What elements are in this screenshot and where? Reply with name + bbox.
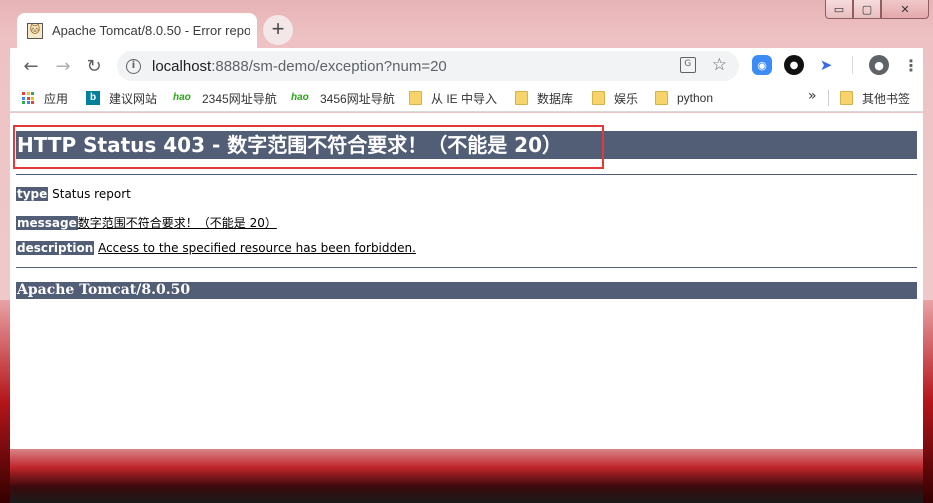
hao-icon: hao bbox=[291, 92, 309, 103]
folder-icon bbox=[592, 91, 605, 105]
window-frame-right bbox=[923, 300, 933, 503]
account-icon[interactable]: ● bbox=[869, 55, 889, 75]
server-footer: Apache Tomcat/8.0.50 bbox=[16, 282, 917, 299]
type-label: type bbox=[16, 187, 49, 201]
reload-icon: ↻ bbox=[86, 55, 102, 77]
bookmark-2345[interactable]: hao 2345网址导航 bbox=[173, 89, 277, 107]
minimize-button[interactable]: ▭ bbox=[825, 0, 853, 19]
new-tab-button[interactable]: + bbox=[263, 15, 293, 45]
url-host: localhost bbox=[152, 57, 212, 75]
page-content: HTTP Status 403 - 数字范围不符合要求！（不能是 20） typ… bbox=[10, 113, 923, 449]
address-bar[interactable]: i localhost:8888/sm-demo/exception?num=2… bbox=[117, 51, 739, 81]
toolbar-separator bbox=[852, 56, 853, 74]
annotation-box bbox=[13, 125, 604, 169]
apps-grid-icon bbox=[22, 92, 34, 104]
message-label: message bbox=[16, 216, 78, 230]
close-icon: ✕ bbox=[900, 2, 910, 16]
forward-button[interactable]: → bbox=[51, 54, 75, 78]
close-window-button[interactable]: ✕ bbox=[881, 0, 929, 19]
description-label: description bbox=[16, 241, 95, 255]
bookmarks-overflow-button[interactable]: » bbox=[808, 88, 817, 104]
bookmark-3456[interactable]: hao 3456网址导航 bbox=[291, 89, 395, 107]
bookmark-label: 应用 bbox=[44, 91, 69, 106]
bookmark-label: 3456网址导航 bbox=[320, 91, 395, 106]
bookmark-label: 数据库 bbox=[537, 91, 574, 106]
type-value: Status report bbox=[52, 187, 131, 201]
window-frame-bottom bbox=[0, 448, 933, 503]
bookmark-suggested-sites[interactable]: b 建议网站 bbox=[86, 89, 157, 107]
folder-icon bbox=[409, 91, 422, 105]
bookmark-apps[interactable]: 应用 bbox=[22, 89, 68, 107]
bookmark-label: 从 IE 中导入 bbox=[431, 91, 498, 106]
bookmarks-bar: 应用 b 建议网站 hao 2345网址导航 hao 3456网址导航 从 IE… bbox=[10, 84, 923, 112]
plus-icon: + bbox=[271, 16, 285, 41]
divider bbox=[16, 174, 917, 175]
bookmark-label: 2345网址导航 bbox=[202, 91, 277, 106]
browser-tab[interactable]: 🐱 Apache Tomcat/8.0.50 - Error report bbox=[17, 13, 257, 48]
bookmark-folder-python[interactable]: python bbox=[655, 89, 713, 107]
bookmark-folder-other[interactable]: 其他书签 bbox=[840, 89, 910, 107]
maximize-button[interactable]: ▢ bbox=[853, 0, 881, 19]
bookmark-star-icon[interactable]: ☆ bbox=[712, 57, 727, 74]
forward-arrow-icon: → bbox=[55, 55, 71, 77]
url-path: :8888/sm-demo/exception?num=20 bbox=[211, 57, 447, 75]
minimize-icon: ▭ bbox=[833, 2, 845, 16]
window-controls: ▭ ▢ ✕ bbox=[825, 0, 929, 20]
window-frame-left bbox=[0, 300, 10, 503]
bookmark-folder-ie-import[interactable]: 从 IE 中导入 bbox=[409, 89, 497, 107]
translate-icon[interactable]: G bbox=[679, 57, 696, 73]
avatar-extension-icon[interactable]: ● bbox=[784, 55, 804, 75]
message-value: 数字范围不符合要求！（不能是 20） bbox=[77, 216, 277, 230]
back-button[interactable]: ← bbox=[19, 54, 43, 78]
url-text[interactable]: localhost:8888/sm-demo/exception?num=20 bbox=[152, 58, 447, 75]
description-value: Access to the specified resource has bee… bbox=[98, 241, 416, 255]
bookmark-label: python bbox=[677, 91, 714, 105]
folder-icon bbox=[515, 91, 528, 105]
browser-toolbar: ← → ↻ i localhost:8888/sm-demo/exception… bbox=[10, 48, 923, 84]
back-arrow-icon: ← bbox=[23, 55, 39, 77]
description-row: description Access to the specified reso… bbox=[16, 241, 416, 255]
bookmark-label: 其他书签 bbox=[862, 91, 911, 106]
message-row: message数字范围不符合要求！（不能是 20） bbox=[16, 214, 277, 231]
bookmarks-divider bbox=[828, 90, 829, 106]
tab-title: Apache Tomcat/8.0.50 - Error report bbox=[52, 23, 250, 38]
hao-icon: hao bbox=[173, 92, 191, 103]
cat-extension-icon[interactable]: ◉ bbox=[752, 55, 772, 75]
divider bbox=[16, 267, 917, 268]
folder-icon bbox=[840, 91, 853, 105]
tomcat-icon: 🐱 bbox=[27, 22, 43, 39]
menu-icon[interactable]: ⋮ bbox=[901, 55, 921, 75]
reload-button[interactable]: ↻ bbox=[82, 54, 106, 78]
bird-extension-icon[interactable]: ➤ bbox=[816, 55, 836, 75]
bookmark-label: 娱乐 bbox=[614, 91, 639, 106]
info-icon[interactable]: i bbox=[126, 58, 141, 74]
bookmark-folder-database[interactable]: 数据库 bbox=[515, 89, 573, 107]
bookmark-label: 建议网站 bbox=[109, 91, 158, 106]
type-row: type Status report bbox=[16, 187, 131, 201]
bing-icon: b bbox=[86, 91, 100, 105]
folder-icon bbox=[655, 91, 668, 105]
maximize-icon: ▢ bbox=[861, 2, 873, 16]
extensions-area: ◉ ● ➤ ● ⋮ bbox=[752, 55, 921, 75]
bookmark-folder-entertainment[interactable]: 娱乐 bbox=[592, 89, 638, 107]
